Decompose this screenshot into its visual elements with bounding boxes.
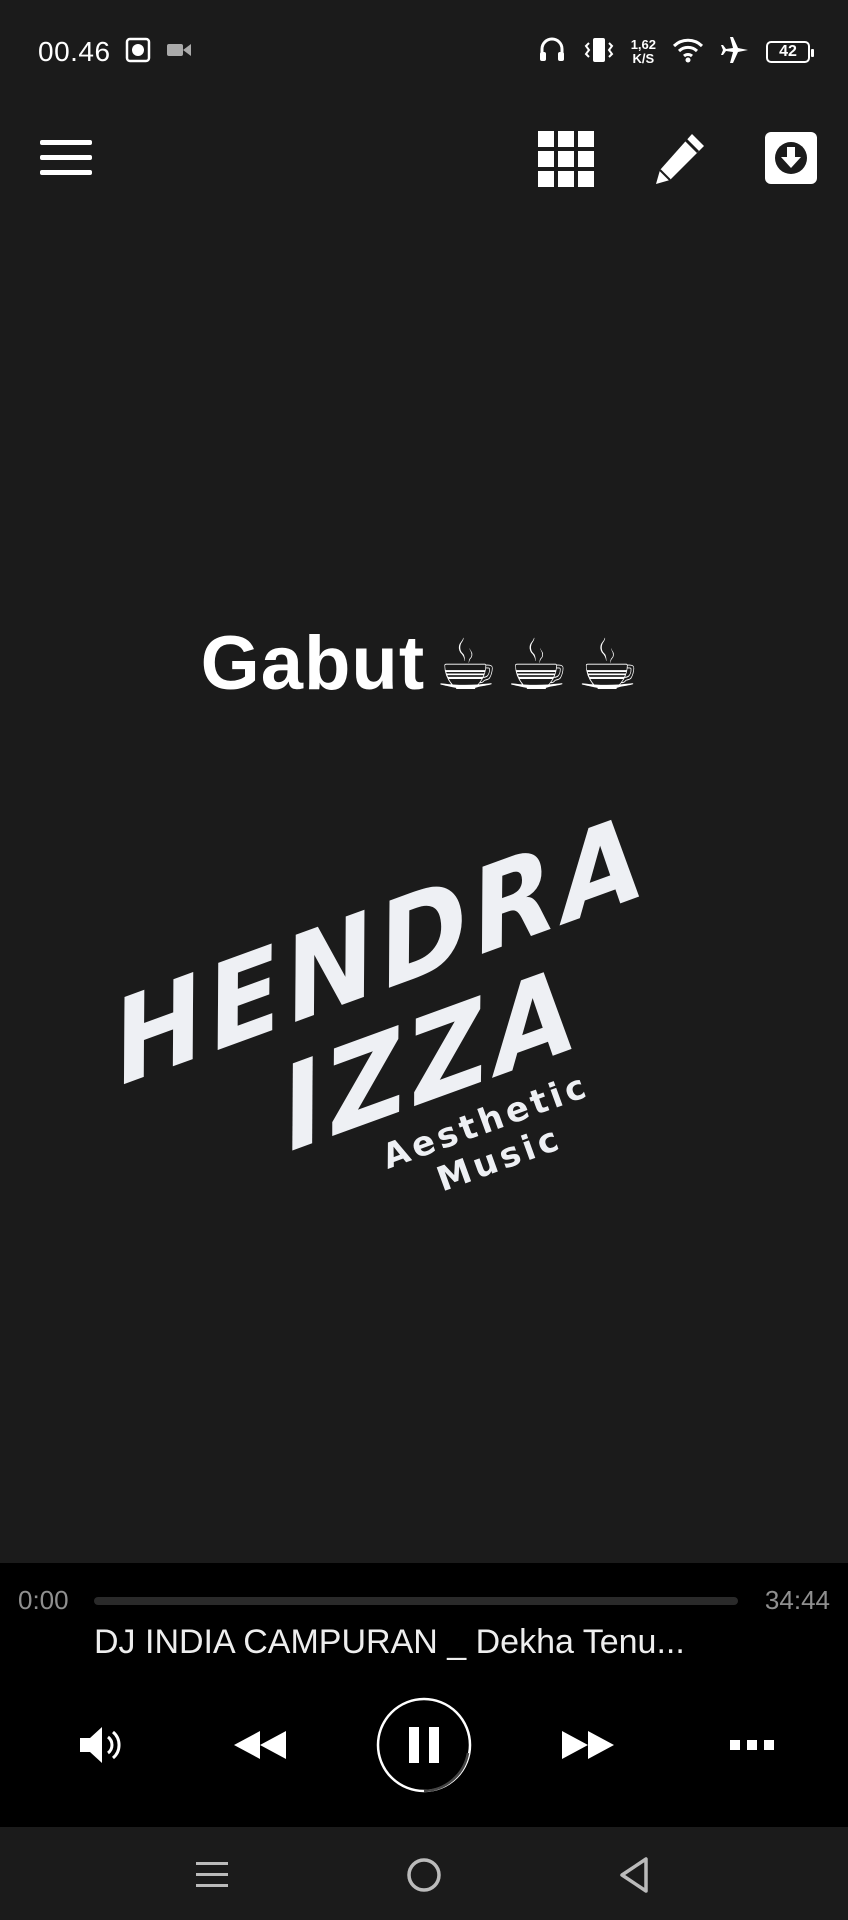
pause-icon — [376, 1697, 472, 1793]
hamburger-menu-icon — [40, 140, 92, 175]
download-button[interactable] — [763, 130, 819, 186]
more-icon — [730, 1740, 774, 1750]
top-toolbar — [0, 118, 848, 198]
recents-button[interactable] — [184, 1847, 240, 1903]
menu-button[interactable] — [38, 132, 94, 184]
pencil-icon — [656, 134, 704, 184]
home-icon — [407, 1858, 441, 1892]
wifi-icon — [672, 36, 704, 69]
system-navigation-bar — [0, 1827, 848, 1920]
status-left: 00.46 — [38, 36, 193, 68]
coffee-emoji: ☕☕☕ — [435, 626, 648, 704]
grid-icon — [538, 131, 594, 187]
headphones-icon — [537, 35, 567, 70]
download-icon — [765, 132, 817, 184]
network-speed: 1,62 K/S — [631, 38, 656, 66]
video-camera-icon — [165, 40, 193, 65]
rewind-icon — [234, 1731, 286, 1759]
music-player: 0:00 34:44 DJ INDIA CAMPURAN _ Dekha Ten… — [0, 1563, 848, 1827]
screen-record-icon — [125, 37, 151, 68]
pause-button[interactable] — [374, 1695, 474, 1795]
status-right: 1,62 K/S 42 — [537, 35, 814, 70]
grid-button[interactable] — [537, 130, 595, 188]
current-time: 0:00 — [18, 1585, 69, 1615]
recents-icon — [196, 1862, 228, 1887]
back-icon — [620, 1857, 648, 1893]
status-bar: 00.46 1,62 K/S 42 — [0, 0, 848, 104]
home-button[interactable] — [396, 1847, 452, 1903]
player-controls — [0, 1693, 848, 1813]
vibrate-icon — [583, 35, 615, 70]
network-speed-value: 1,62 — [630, 37, 656, 52]
post-title: Gabut ☕☕☕ — [0, 620, 848, 707]
back-button[interactable] — [606, 1847, 662, 1903]
progress-bar[interactable] — [94, 1597, 738, 1605]
title-text: Gabut — [200, 621, 426, 706]
fast-forward-icon — [562, 1731, 614, 1759]
network-speed-unit: K/S — [632, 51, 655, 66]
battery-indicator: 42 — [766, 41, 814, 63]
airplane-mode-icon — [720, 35, 750, 70]
volume-button[interactable] — [70, 1715, 130, 1775]
rewind-button[interactable] — [228, 1715, 292, 1775]
more-button[interactable] — [722, 1715, 782, 1775]
edit-button[interactable] — [650, 128, 710, 188]
status-time: 00.46 — [38, 36, 111, 67]
hendra-izza-logo: HENDRA IZZA Aesthetic Music — [50, 736, 769, 1324]
volume-icon — [80, 1727, 121, 1763]
track-title: DJ INDIA CAMPURAN _ Dekha Tenu... — [94, 1623, 685, 1661]
fast-forward-button[interactable] — [556, 1715, 620, 1775]
total-time: 34:44 — [764, 1585, 830, 1615]
